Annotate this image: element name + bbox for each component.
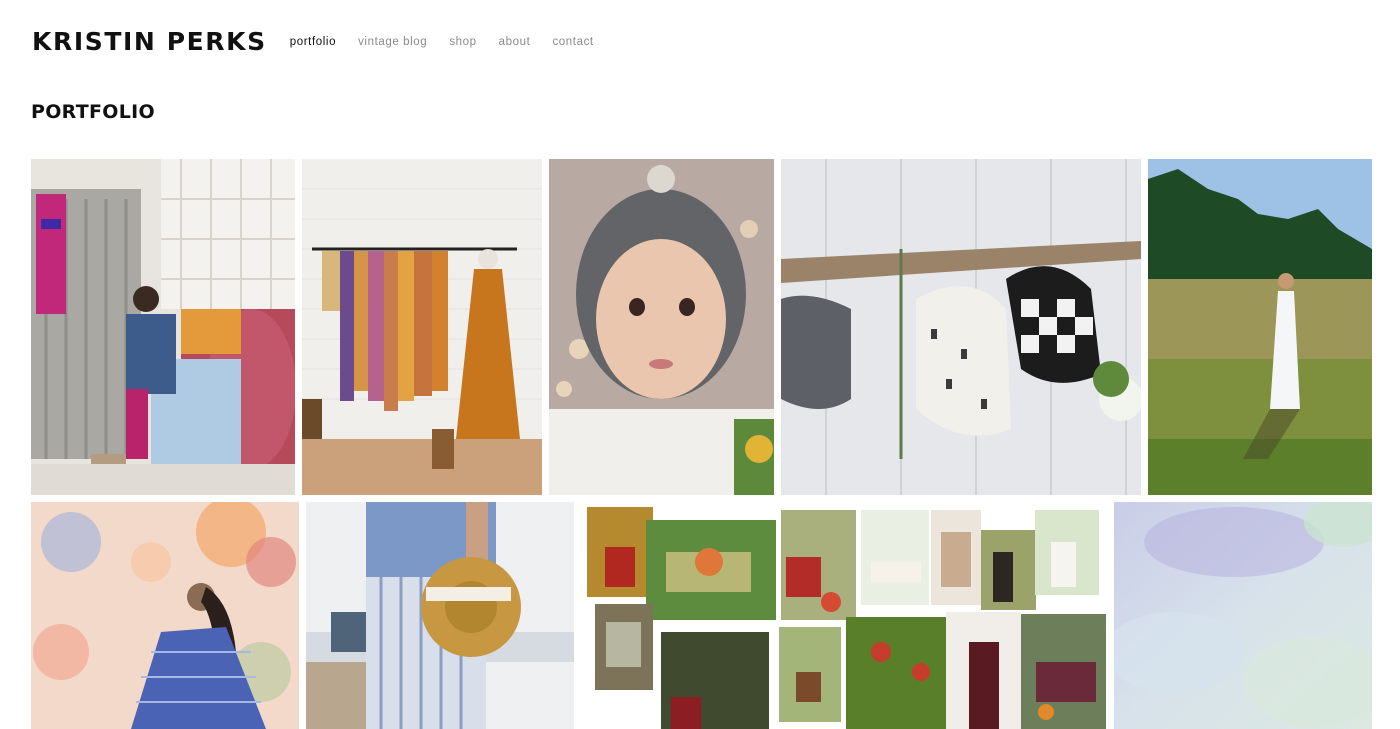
nav-item-shop[interactable]: shop	[449, 36, 476, 48]
page-title: PORTFOLIO	[31, 101, 155, 123]
vintage-collage	[581, 502, 1108, 729]
site-title[interactable]: KRISTIN PERKS	[32, 27, 267, 56]
nav-item-portfolio[interactable]: portfolio	[290, 36, 336, 48]
gallery-tile-watercolor-woman[interactable]	[31, 502, 299, 729]
nav-item-vintage-blog[interactable]: vintage blog	[358, 36, 427, 48]
straw-hat-photo	[306, 502, 574, 729]
clothing-rack-photo	[302, 159, 542, 495]
gallery-tile-straw-hat[interactable]	[306, 502, 574, 729]
watercolor-woman-illustration	[31, 502, 299, 729]
gallery-tile-collage[interactable]	[581, 502, 1108, 729]
main-nav: portfolio vintage blog shop about contac…	[290, 36, 594, 48]
gallery-tile-armchair[interactable]	[31, 159, 295, 495]
gallery-tile-clothing-rack[interactable]	[302, 159, 542, 495]
site-header: KRISTIN PERKS portfolio vintage blog sho…	[32, 24, 594, 58]
toddler-photo	[549, 159, 774, 495]
bonnets-photo	[781, 159, 1141, 495]
nav-item-about[interactable]: about	[499, 36, 531, 48]
meadow-photo	[1148, 159, 1372, 495]
nav-item-contact[interactable]: contact	[552, 36, 593, 48]
gallery-tile-bonnets[interactable]	[781, 159, 1141, 495]
armchair-photo	[31, 159, 295, 495]
gallery-tile-toddler[interactable]	[549, 159, 774, 495]
gallery-tile-watercolor-wash[interactable]	[1114, 502, 1372, 729]
gallery-tile-meadow[interactable]	[1148, 159, 1372, 495]
watercolor-wash-illustration	[1114, 502, 1372, 729]
